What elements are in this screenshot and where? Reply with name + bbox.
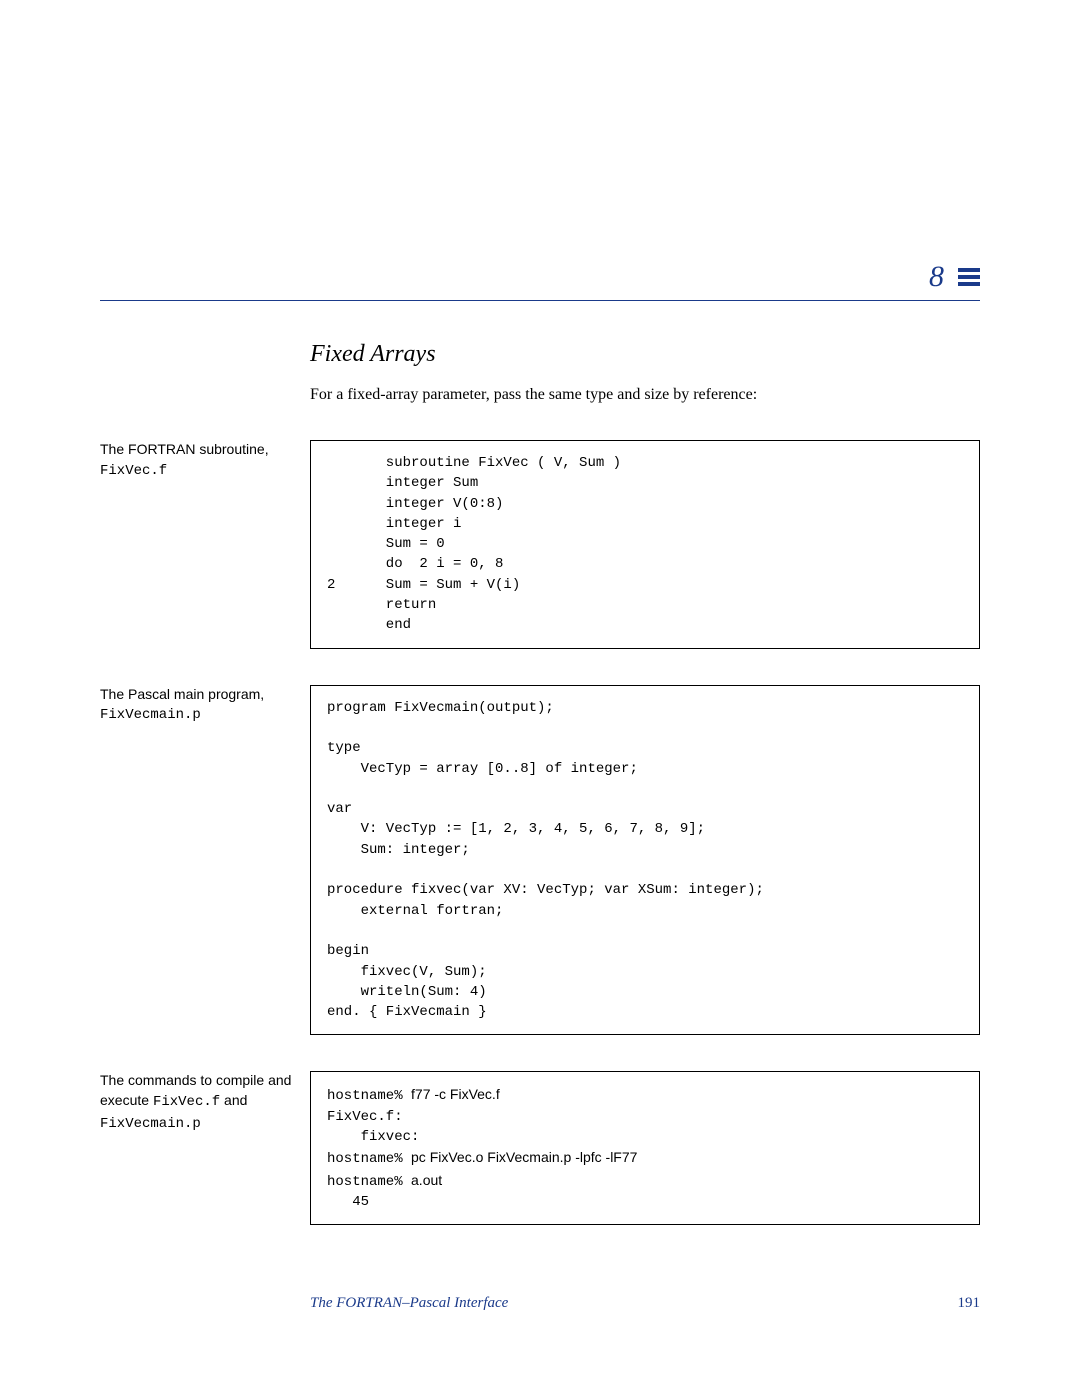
menu-bars-icon bbox=[958, 268, 980, 286]
command: pc FixVec.o FixVecmain.p -lpfc -lF77 bbox=[411, 1149, 637, 1165]
page-footer: The FORTRAN–Pascal Interface 191 bbox=[310, 1295, 980, 1312]
output-line: fixvec: bbox=[327, 1129, 419, 1145]
caption-line-suffix: and bbox=[220, 1092, 247, 1108]
caption-filename: FixVec.f bbox=[153, 1094, 220, 1110]
caption-filename: FixVecmain.p bbox=[100, 707, 201, 723]
caption-line: The commands to compile and bbox=[100, 1072, 291, 1088]
caption-fortran: The FORTRAN subroutine, FixVec.f bbox=[100, 440, 310, 481]
command: a.out bbox=[411, 1172, 442, 1188]
caption-text: The FORTRAN subroutine, bbox=[100, 441, 269, 457]
prompt: hostname% bbox=[327, 1088, 411, 1104]
intro-paragraph: For a fixed-array parameter, pass the sa… bbox=[310, 386, 980, 404]
caption-line-prefix: execute bbox=[100, 1092, 153, 1108]
output-line: FixVec.f: bbox=[327, 1109, 403, 1125]
chapter-number: 8 bbox=[929, 260, 944, 294]
code-block-pascal: The Pascal main program, FixVecmain.p pr… bbox=[100, 685, 980, 1036]
codebox-commands: hostname% f77 -c FixVec.f FixVec.f: fixv… bbox=[310, 1071, 980, 1225]
prompt: hostname% bbox=[327, 1174, 411, 1190]
caption-text: The Pascal main program, bbox=[100, 686, 264, 702]
content-column: Fixed Arrays For a fixed-array parameter… bbox=[310, 341, 980, 404]
section-title: Fixed Arrays bbox=[310, 341, 980, 368]
page: 8 Fixed Arrays For a fixed-array paramet… bbox=[0, 0, 1080, 1372]
caption-filename: FixVec.f bbox=[100, 463, 167, 479]
footer-title: The FORTRAN–Pascal Interface bbox=[310, 1295, 508, 1312]
code-block-commands: The commands to compile and execute FixV… bbox=[100, 1071, 980, 1225]
codebox-pascal: program FixVecmain(output); type VecTyp … bbox=[310, 685, 980, 1036]
command: f77 -c FixVec.f bbox=[411, 1086, 500, 1102]
chapter-header: 8 bbox=[100, 260, 980, 301]
caption-pascal: The Pascal main program, FixVecmain.p bbox=[100, 685, 310, 726]
caption-filename: FixVecmain.p bbox=[100, 1116, 201, 1132]
codebox-fortran: subroutine FixVec ( V, Sum ) integer Sum… bbox=[310, 440, 980, 649]
caption-commands: The commands to compile and execute FixV… bbox=[100, 1071, 310, 1134]
prompt: hostname% bbox=[327, 1151, 411, 1167]
footer-page-number: 191 bbox=[958, 1295, 981, 1312]
code-block-fortran: The FORTRAN subroutine, FixVec.f subrout… bbox=[100, 440, 980, 649]
output-line: 45 bbox=[327, 1194, 369, 1210]
